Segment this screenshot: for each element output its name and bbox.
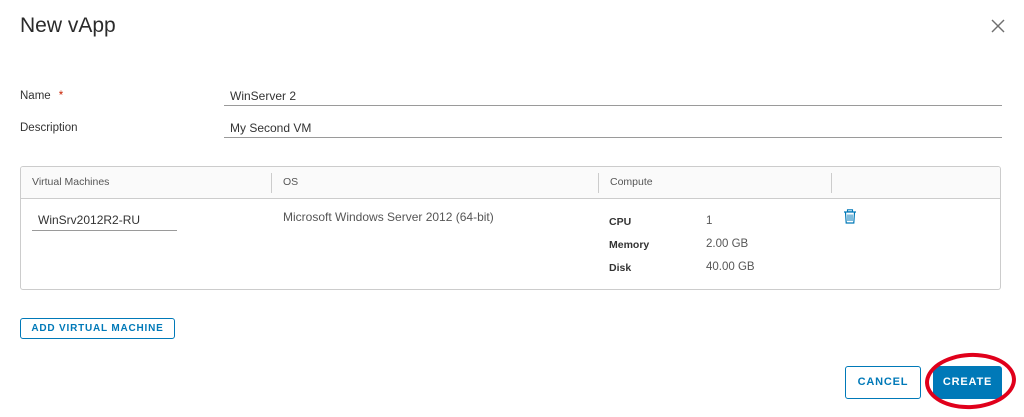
name-label: Name *: [20, 90, 63, 102]
vm-os: Microsoft Windows Server 2012 (64-bit): [283, 210, 494, 224]
close-icon: [991, 19, 1005, 33]
add-virtual-machine-button[interactable]: ADD VIRTUAL MACHINE: [20, 318, 175, 339]
new-vapp-dialog: New vApp Name * Description Virtual Machi…: [0, 0, 1024, 417]
delete-vm-button[interactable]: [843, 209, 857, 224]
compute-disk-label: Disk: [609, 262, 632, 274]
description-input[interactable]: [224, 118, 1002, 138]
compute-memory-label: Memory: [609, 239, 650, 251]
virtual-machines-table: Virtual Machines OS Compute Microsoft Wi…: [20, 166, 1001, 290]
close-button[interactable]: [989, 17, 1007, 35]
vm-name-input[interactable]: [32, 210, 177, 231]
column-header-os: OS: [283, 176, 299, 188]
trash-icon: [844, 209, 856, 224]
table-header: Virtual Machines OS Compute: [21, 167, 1000, 199]
compute-disk-value: 40.00 GB: [706, 261, 755, 273]
description-label: Description: [20, 122, 78, 134]
name-label-text: Name: [20, 90, 51, 102]
cancel-button[interactable]: CANCEL: [845, 366, 921, 399]
column-header-actions: [832, 167, 1000, 198]
compute-cpu-value: 1: [706, 215, 713, 227]
compute-memory-value: 2.00 GB: [706, 238, 749, 250]
column-header-compute: Compute: [610, 176, 653, 188]
required-marker: *: [58, 90, 64, 102]
name-input[interactable]: [224, 86, 1002, 106]
dialog-title: New vApp: [20, 14, 116, 37]
compute-cpu-label: CPU: [609, 216, 632, 228]
column-header-virtual-machines: Virtual Machines: [32, 176, 110, 188]
create-button[interactable]: CREATE: [933, 366, 1002, 399]
